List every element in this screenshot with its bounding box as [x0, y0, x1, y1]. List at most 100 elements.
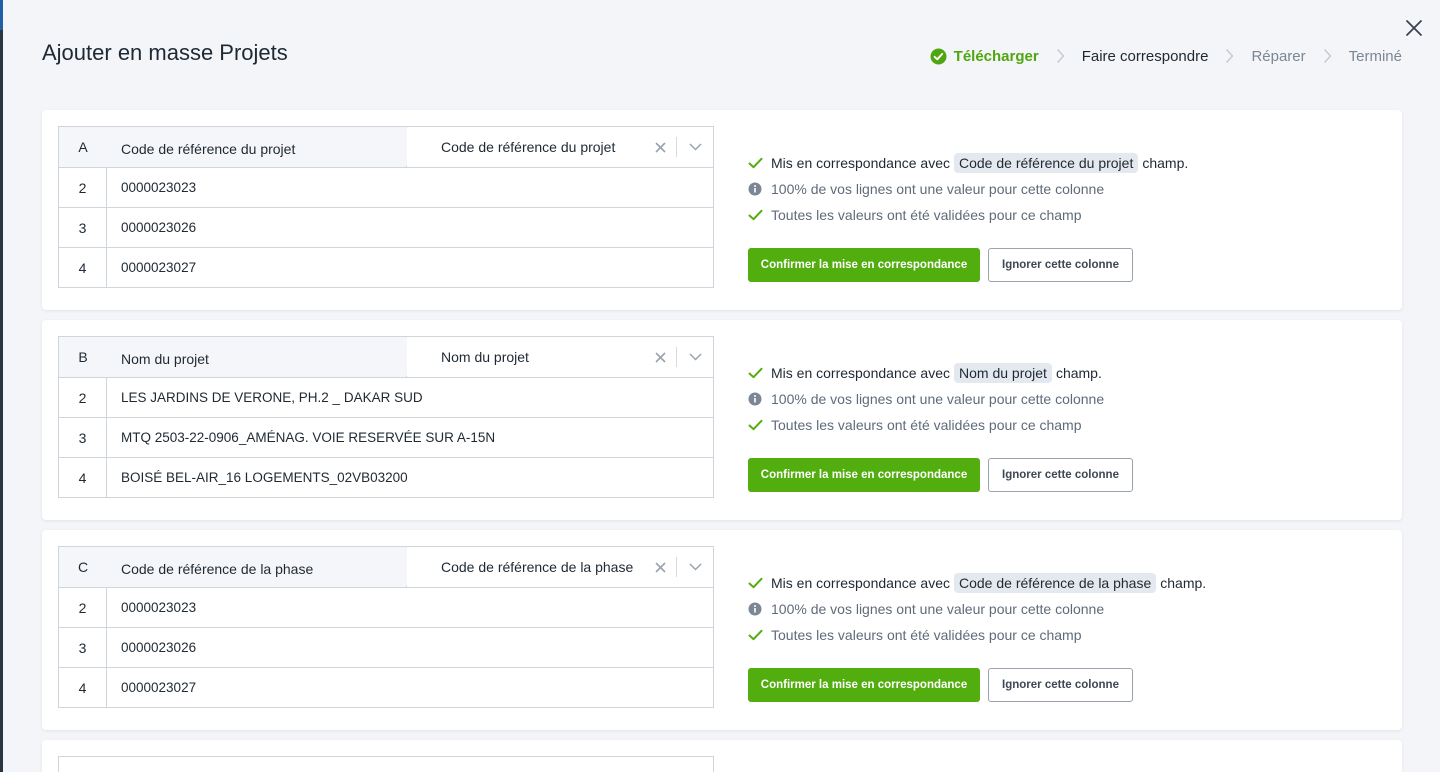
clear-selection-button[interactable] [650, 141, 670, 153]
matched-field-chip: Code de référence de la phase [954, 573, 1157, 593]
fill-rate-status: 100% de vos lignes ont une valeur pour c… [748, 386, 1368, 412]
row-value: 0000023023 [121, 180, 197, 195]
close-icon [1406, 20, 1422, 36]
mapping-status: Mis en correspondance avec Code de référ… [748, 570, 1368, 648]
step-label: Terminé [1348, 47, 1402, 65]
step-match: Faire correspondre [1082, 48, 1209, 65]
modal-title: Ajouter en masse Projets [42, 40, 288, 65]
table-row: 2 0000023023 [59, 587, 713, 627]
matched-status: Mis en correspondance avec Nom du projet… [748, 360, 1368, 386]
row-number: 4 [59, 248, 107, 287]
confirm-mapping-button[interactable]: Confirmer la mise en correspondance [748, 668, 980, 702]
confirm-mapping-button[interactable]: Confirmer la mise en correspondance [748, 248, 980, 282]
info-icon [748, 182, 771, 196]
check-icon [748, 577, 771, 589]
column-letter: B [78, 349, 88, 365]
step-repair: Réparer [1251, 48, 1305, 65]
info-icon [748, 602, 771, 616]
chevron-right-icon [1225, 48, 1234, 64]
chevron-down-icon[interactable] [677, 143, 713, 151]
column-name-label: Nom du projet [121, 351, 209, 367]
row-value: 0000023026 [121, 220, 197, 235]
matched-status: Mis en correspondance avec Code de référ… [748, 570, 1368, 596]
fill-rate-text: 100% de vos lignes ont une valeur pour c… [771, 181, 1105, 197]
field-select[interactable]: Nom du projet [407, 337, 713, 377]
matched-field-chip: Code de référence du projet [954, 153, 1139, 173]
ignore-column-button[interactable]: Ignorer cette colonne [988, 668, 1133, 702]
matched-suffix: champ. [1055, 365, 1102, 381]
validation-status: Toutes les valeurs ont été validées pour… [748, 412, 1368, 438]
validation-text: Toutes les valeurs ont été validées pour… [771, 417, 1082, 433]
column-name: Code de référence de la phase [107, 546, 427, 587]
matched-prefix: Mis en correspondance avec [771, 575, 950, 591]
matched-suffix: champ. [1160, 575, 1207, 591]
fill-rate-status: 100% de vos lignes ont une valeur pour c… [748, 176, 1368, 202]
table-row: 4 BOISÉ BEL-AIR_16 LOGEMENTS_02VB03200 [59, 457, 713, 497]
table-row: 4 0000023027 [59, 667, 713, 707]
matched-suffix: champ. [1142, 155, 1189, 171]
row-number: 2 [59, 168, 107, 207]
check-circle-icon [930, 48, 947, 64]
check-icon [748, 157, 771, 169]
validation-text: Toutes les valeurs ont été validées pour… [771, 627, 1082, 643]
field-select-value: Code de référence du projet [441, 139, 616, 155]
column-mapping-card: B Nom du projet Nom du projet 2 LES JARD… [42, 320, 1402, 520]
column-mapping-card: A Code de référence du projet Code de ré… [42, 110, 1402, 310]
field-select[interactable]: Code de référence de la phase [407, 547, 713, 587]
row-number: 2 [59, 378, 107, 417]
clear-selection-button[interactable] [650, 351, 670, 363]
row-value: 0000023023 [121, 600, 197, 615]
matched-status: Mis en correspondance avec Code de référ… [748, 150, 1368, 176]
step-upload: Télécharger [930, 48, 1039, 65]
bulk-add-modal: Ajouter en masse Projets Télécharger Fai… [3, 0, 1440, 772]
row-value: LES JARDINS DE VERONE, PH.2 _ DAKAR SUD [121, 390, 423, 405]
mapping-actions: Confirmer la mise en correspondance Igno… [748, 458, 1133, 492]
check-icon [748, 419, 771, 431]
ignore-column-button[interactable]: Ignorer cette colonne [988, 248, 1133, 282]
stepper: Télécharger Faire correspondre Réparer T… [930, 46, 1402, 66]
row-value: 0000023026 [121, 640, 197, 655]
close-button[interactable] [1402, 16, 1426, 40]
chevron-down-icon[interactable] [677, 353, 713, 361]
chevron-down-icon[interactable] [677, 563, 713, 571]
column-mapping-card: C Code de référence de la phase Code de … [42, 530, 1402, 730]
row-value: BOISÉ BEL-AIR_16 LOGEMENTS_02VB03200 [121, 470, 408, 485]
table-row: 2 LES JARDINS DE VERONE, PH.2 _ DAKAR SU… [59, 377, 713, 417]
check-icon [748, 629, 771, 641]
column-letter: C [77, 559, 89, 575]
column-mapping-card [42, 740, 1402, 772]
column-header-row: A Code de référence du projet Code de ré… [59, 126, 713, 167]
column-header-row: C Code de référence de la phase Code de … [59, 546, 713, 587]
clear-selection-button[interactable] [650, 561, 670, 573]
field-select-value: Nom du projet [441, 349, 529, 365]
field-select[interactable]: Code de référence du projet [407, 127, 713, 167]
ignore-column-button[interactable]: Ignorer cette colonne [988, 458, 1133, 492]
fill-rate-text: 100% de vos lignes ont une valeur pour c… [771, 601, 1105, 617]
step-label: Télécharger [953, 47, 1039, 65]
step-label: Réparer [1251, 47, 1306, 65]
column-preview-table: A Code de référence du projet Code de ré… [58, 126, 714, 288]
step-label: Faire correspondre [1081, 47, 1209, 65]
table-row: 4 0000023027 [59, 247, 713, 287]
mapping-actions: Confirmer la mise en correspondance Igno… [748, 668, 1133, 702]
clear-icon [654, 351, 666, 363]
confirm-mapping-button[interactable]: Confirmer la mise en correspondance [748, 458, 980, 492]
fill-rate-status: 100% de vos lignes ont une valeur pour c… [748, 596, 1368, 622]
row-number: 3 [59, 628, 107, 667]
column-letter: A [78, 139, 88, 155]
validation-status: Toutes les valeurs ont été validées pour… [748, 622, 1368, 648]
chevron-right-icon [1323, 48, 1332, 64]
chevron-right-icon [1056, 48, 1065, 64]
mapping-actions: Confirmer la mise en correspondance Igno… [748, 248, 1133, 282]
validation-status: Toutes les valeurs ont été validées pour… [748, 202, 1368, 228]
row-number: 3 [59, 208, 107, 247]
check-icon [748, 209, 771, 221]
column-preview-table: B Nom du projet Nom du projet 2 LES JARD… [58, 336, 714, 498]
step-done: Terminé [1349, 48, 1402, 65]
matched-field-chip: Nom du projet [954, 363, 1052, 383]
column-name: Code de référence du projet [107, 126, 427, 167]
info-icon [748, 392, 771, 406]
row-number: 3 [59, 418, 107, 457]
row-value: MTQ 2503-22-0906_AMÉNAG. VOIE RESERVÉE S… [121, 430, 496, 445]
column-name-label: Code de référence de la phase [121, 561, 314, 577]
